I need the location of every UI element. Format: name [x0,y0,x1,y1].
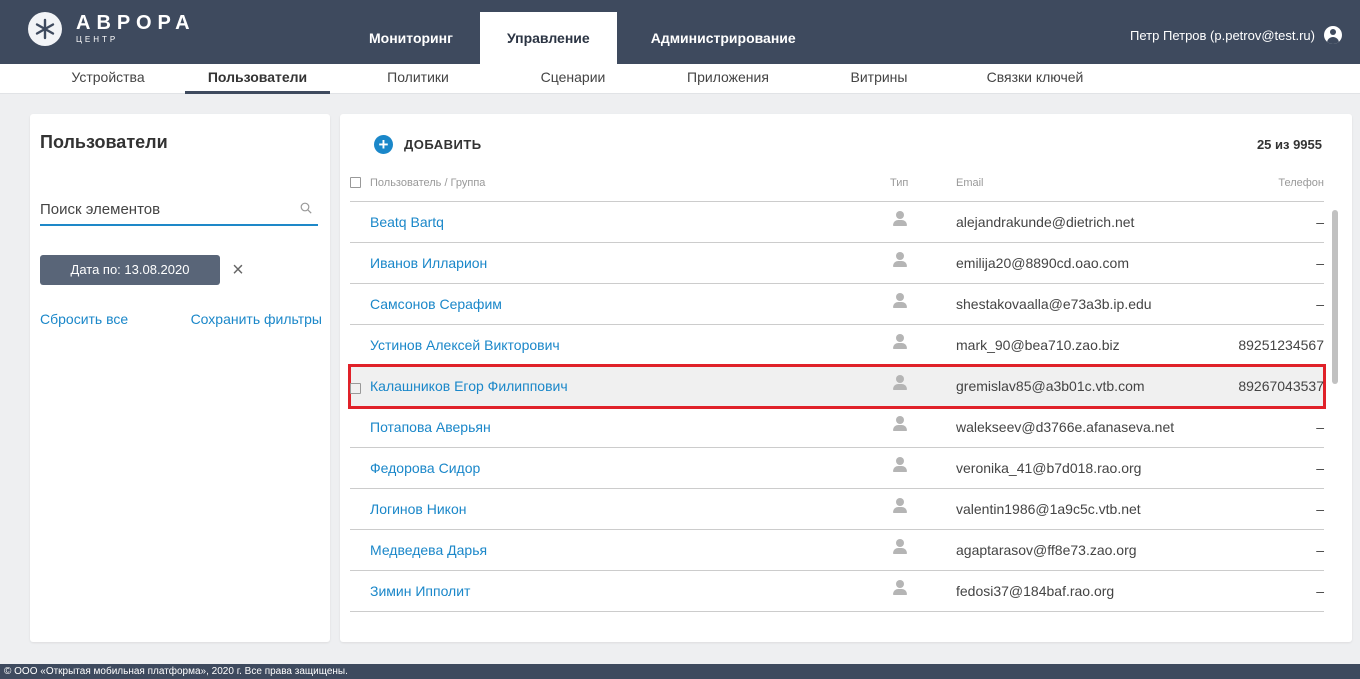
table-row[interactable]: Потапова Аверьян walekseev@d3766e.afanas… [350,407,1324,448]
subtab-apps[interactable]: Приложения [668,64,788,94]
aurora-logo-icon [28,12,62,46]
user-icon [893,334,907,350]
user-name[interactable]: Федорова Сидор [370,460,480,476]
user-email: veronika_41@b7d018.rao.org [956,460,1142,476]
user-phone: 89251234567 [1238,337,1324,353]
user-phone: – [1316,255,1324,271]
user-phone: – [1316,542,1324,558]
table-row[interactable]: Зимин Ипполит fedosi37@184baf.rao.org – [350,571,1324,612]
user-email: valentin1986@1a9c5c.vtb.net [956,501,1141,517]
brand-sub: ЦЕНТР [76,35,119,44]
user-phone: – [1316,501,1324,517]
user-name[interactable]: Зимин Ипполит [370,583,470,599]
table-row[interactable]: Иванов Илларион emilija20@8890cd.oao.com… [350,243,1324,284]
tab-management[interactable]: Управление [479,12,617,64]
add-button[interactable]: + ДОБАВИТЬ [374,135,482,154]
save-filters-link[interactable]: Сохранить фильтры [191,311,322,327]
user-name[interactable]: Beatq Bartq [370,214,444,230]
user-phone: – [1316,583,1324,599]
table-row[interactable]: Самсонов Серафим shestakovaalla@e73a3b.i… [350,284,1324,325]
user-icon [893,457,907,473]
footer: © ООО «Открытая мобильная платформа», 20… [0,664,1360,679]
user-email: walekseev@d3766e.afanaseva.net [956,419,1175,435]
user-email: alejandrakunde@dietrich.net [956,214,1135,230]
col-phone[interactable]: Телефон [1278,177,1324,189]
table-row[interactable]: Устинов Алексей Викторович mark_90@bea71… [350,325,1324,366]
brand-name: АВРОРА [76,12,196,34]
user-icon [893,252,907,268]
brand-logo[interactable]: АВРОРА ЦЕНТР [28,12,196,46]
user-icon [893,293,907,309]
user-icon [893,375,907,391]
col-user[interactable]: Пользователь / Группа [370,177,485,189]
user-email: agaptarasov@ff8e73.zao.org [956,542,1137,558]
subtab-scenarios[interactable]: Сценарии [523,64,623,94]
subtab-keychains[interactable]: Связки ключей [965,64,1105,94]
user-name[interactable]: Устинов Алексей Викторович [370,337,560,353]
col-type[interactable]: Тип [890,177,908,189]
main-nav: Мониторинг Управление Администрирование [342,12,830,64]
user-phone: – [1316,214,1324,230]
table-row[interactable]: Медведева Дарья agaptarasov@ff8e73.zao.o… [350,530,1324,571]
tab-monitoring[interactable]: Мониторинг [342,12,480,64]
table-body: Beatq Bartq alejandrakunde@dietrich.net … [348,202,1326,612]
user-name[interactable]: Логинов Никон [370,501,466,517]
user-icon [893,580,907,596]
table-header: Пользователь / Группа Тип Email Телефон [350,172,1324,202]
subtab-devices[interactable]: Устройства [50,64,166,94]
user-email: shestakovaalla@e73a3b.ip.edu [956,296,1152,312]
sub-nav: Устройства Пользователи Политики Сценари… [0,64,1360,94]
user-email: gremislav85@a3b01c.vtb.com [956,378,1145,394]
row-checkbox[interactable] [350,380,361,396]
user-phone: – [1316,296,1324,312]
user-icon [893,498,907,514]
user-email: fedosi37@184baf.rao.org [956,583,1115,599]
search-input[interactable] [40,196,290,222]
table-row[interactable]: Логинов Никон valentin1986@1a9c5c.vtb.ne… [350,489,1324,530]
top-bar: АВРОРА ЦЕНТР Мониторинг Управление Админ… [0,0,1360,64]
user-name[interactable]: Потапова Аверьян [370,419,491,435]
user-icon [893,539,907,555]
date-filter-chip[interactable]: Дата по: 13.08.2020 [40,255,220,285]
subtab-showcases[interactable]: Витрины [834,64,924,94]
table-row[interactable]: Федорова Сидор veronika_41@b7d018.rao.or… [350,448,1324,489]
filter-panel: Пользователи Дата по: 13.08.2020 × Сброс… [30,114,330,642]
user-phone: – [1316,460,1324,476]
user-phone: 89267043537 [1238,378,1324,394]
user-phone: – [1316,419,1324,435]
search-icon[interactable] [300,202,312,214]
account-icon [1324,26,1342,44]
items-counter: 25 из 9955 [1256,137,1322,152]
user-label: Петр Петров (p.petrov@test.ru) [1130,27,1315,43]
col-email[interactable]: Email [956,177,984,189]
subtab-users[interactable]: Пользователи [185,64,330,94]
plus-icon: + [374,135,393,154]
search-box [40,196,318,226]
user-icon [893,211,907,227]
table-row-highlighted[interactable]: Калашников Егор Филиппович gremislav85@a… [348,364,1326,409]
select-all-checkbox[interactable] [350,177,361,190]
close-icon[interactable]: × [228,260,248,280]
user-icon [893,416,907,432]
reset-filters-link[interactable]: Сбросить все [40,311,128,327]
tab-administration[interactable]: Администрирование [617,12,830,64]
table-row[interactable]: Beatq Bartq alejandrakunde@dietrich.net … [350,202,1324,243]
user-menu[interactable]: Петр Петров (p.petrov@test.ru) [1130,26,1342,44]
users-panel: + ДОБАВИТЬ 25 из 9955 Пользователь / Гру… [340,114,1352,642]
add-label: ДОБАВИТЬ [404,137,482,152]
user-name[interactable]: Иванов Илларион [370,255,487,271]
user-email: emilija20@8890cd.oao.com [956,255,1129,271]
user-name[interactable]: Калашников Егор Филиппович [370,378,568,394]
scrollbar-thumb[interactable] [1332,210,1338,384]
user-name[interactable]: Медведева Дарья [370,542,487,558]
user-email: mark_90@bea710.zao.biz [956,337,1120,353]
panel-title: Пользователи [40,132,168,152]
user-name[interactable]: Самсонов Серафим [370,296,502,312]
subtab-policies[interactable]: Политики [368,64,468,94]
